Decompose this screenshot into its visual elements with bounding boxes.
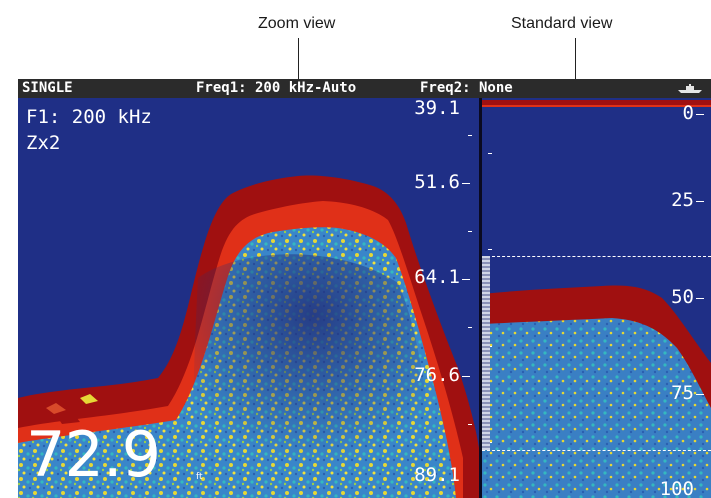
standard-tick xyxy=(696,298,704,299)
zoom-scale-51: 51.6 xyxy=(414,171,460,193)
zoom-tick xyxy=(462,279,470,280)
zoom-view-panel[interactable]: F1: 200 kHz Zx2 39.1 51.6 64.1 76.6 89.1… xyxy=(18,98,479,498)
zoom-range-bottom-line xyxy=(482,450,711,451)
fishfinder-screen: SINGLE Freq1: 200 kHz-Auto Freq2: None F… xyxy=(18,79,711,498)
zoom-range-top-line xyxy=(482,256,711,257)
standard-scale-25: 25 xyxy=(671,189,694,211)
freq1-label: Freq1: 200 kHz-Auto xyxy=(196,80,357,96)
standard-tick xyxy=(696,394,704,395)
standard-scale-75: 75 xyxy=(671,382,694,404)
zoom-scale-39: 39.1 xyxy=(414,98,460,119)
standard-tick xyxy=(696,114,704,115)
standard-tick xyxy=(696,201,704,202)
standard-scale-100: 100 xyxy=(659,478,694,498)
zoom-factor-label: Zx2 xyxy=(26,132,61,154)
zoom-scale-64: 64.1 xyxy=(414,266,460,288)
zoom-scale-76: 76.6 xyxy=(414,364,460,386)
standard-scale-0: 0 xyxy=(682,102,694,124)
frequency-label: F1: 200 kHz xyxy=(26,106,152,128)
zoom-scale-89: 89.1 xyxy=(414,464,460,486)
zoom-tick xyxy=(468,327,472,328)
zoom-view-callout: Zoom view xyxy=(258,15,336,32)
standard-tick xyxy=(488,249,492,250)
mode-label: SINGLE xyxy=(22,80,73,96)
boat-icon xyxy=(678,84,702,93)
status-bar: SINGLE Freq1: 200 kHz-Auto Freq2: None xyxy=(18,79,711,98)
standard-tick xyxy=(488,153,492,154)
depth-readout: 72.9 xyxy=(26,418,161,491)
standard-view-callout: Standard view xyxy=(511,15,613,32)
zoom-tick xyxy=(468,135,472,136)
zoom-tick xyxy=(468,424,472,425)
standard-view-panel[interactable]: 0 25 50 75 100 xyxy=(482,98,711,498)
freq2-label: Freq2: None xyxy=(420,80,513,96)
standard-scale-50: 50 xyxy=(671,286,694,308)
zoom-tick xyxy=(462,183,470,184)
depth-unit: ft xyxy=(196,472,203,482)
zoom-tick xyxy=(468,231,472,232)
zoom-range-indicator[interactable] xyxy=(482,256,490,450)
zoom-tick xyxy=(462,376,470,377)
